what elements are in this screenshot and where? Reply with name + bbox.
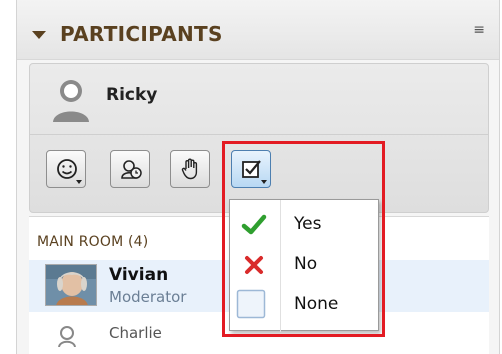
- person-icon: [58, 326, 76, 347]
- emoticon-button[interactable]: [46, 150, 86, 188]
- red-x-icon: [245, 256, 263, 274]
- chevron-down-icon: [76, 180, 82, 184]
- divider: [30, 134, 488, 135]
- panel-menu-icon[interactable]: ≡: [473, 22, 485, 38]
- current-user-name: Ricky: [106, 85, 158, 105]
- room-heading: MAIN ROOM (4): [37, 234, 149, 250]
- collapse-arrow-icon[interactable]: [32, 31, 46, 39]
- smiley-icon: [57, 159, 77, 179]
- chevron-down-icon: [261, 180, 267, 184]
- clock-person-icon: [121, 160, 142, 179]
- status-button[interactable]: [231, 150, 271, 188]
- checkbox-icon: [242, 160, 261, 178]
- status-none-label: None: [294, 294, 339, 314]
- hand-icon: [181, 158, 198, 180]
- status-no-label: No: [294, 254, 318, 274]
- my-status-section: Ricky: [29, 63, 489, 213]
- empty-box-icon: [236, 289, 266, 319]
- status-none-item[interactable]: None: [230, 286, 378, 324]
- status-dropdown: Yes No None: [229, 199, 379, 332]
- participant-role: Moderator: [109, 288, 187, 306]
- panel-title: PARTICIPANTS: [60, 22, 223, 46]
- status-no-item[interactable]: No: [230, 246, 378, 284]
- status-yes-item[interactable]: Yes: [230, 206, 378, 244]
- away-button[interactable]: [110, 150, 150, 188]
- participant-name: Charlie: [109, 324, 162, 342]
- panel-header[interactable]: PARTICIPANTS ≡: [17, 0, 499, 60]
- raise-hand-button[interactable]: [170, 150, 210, 188]
- person-silhouette-icon: [53, 80, 89, 122]
- status-yes-label: Yes: [294, 214, 322, 234]
- green-check-icon: [241, 214, 267, 235]
- avatar: [45, 264, 97, 306]
- participant-name: Vivian: [109, 265, 169, 285]
